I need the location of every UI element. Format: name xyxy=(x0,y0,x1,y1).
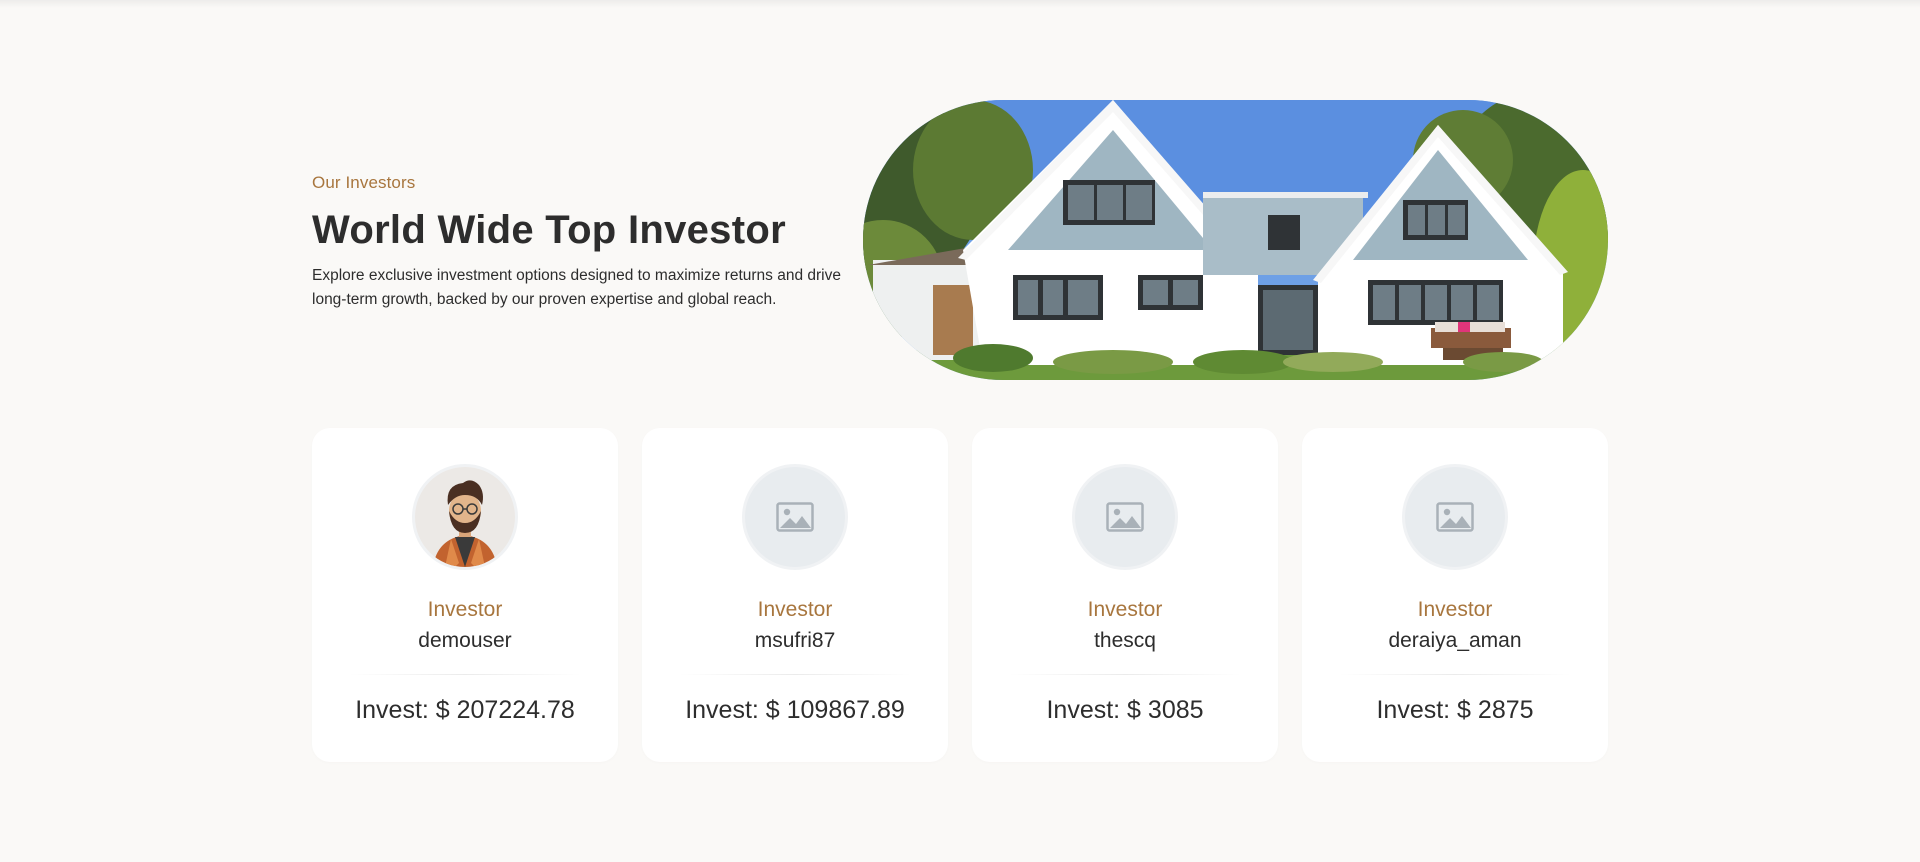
investor-role: Investor xyxy=(1417,598,1493,621)
house-photo xyxy=(863,100,1608,380)
investor-card: Investor thescq Invest: $ 3085 xyxy=(972,428,1278,762)
section-title: World Wide Top Investor xyxy=(312,208,786,252)
divider xyxy=(1008,674,1242,675)
image-placeholder-icon xyxy=(1106,502,1144,532)
divider xyxy=(348,674,582,675)
investors-hero: Our Investors World Wide Top Investor Ex… xyxy=(312,100,1608,380)
investor-card: Investor deraiya_aman Invest: $ 2875 xyxy=(1302,428,1608,762)
header-shadow xyxy=(0,0,1920,8)
avatar xyxy=(742,464,848,570)
investor-amount: Invest: $ 2875 xyxy=(1376,696,1534,724)
image-placeholder-icon xyxy=(776,502,814,532)
investor-card: Investor msufri87 Invest: $ 109867.89 xyxy=(642,428,948,762)
investor-role: Investor xyxy=(427,598,503,621)
avatar xyxy=(412,464,518,570)
investor-username: thescq xyxy=(1094,629,1156,652)
investor-username: msufri87 xyxy=(754,629,836,652)
investor-username: demouser xyxy=(418,629,512,652)
investor-username: deraiya_aman xyxy=(1388,629,1522,652)
investor-amount: Invest: $ 109867.89 xyxy=(685,696,905,724)
divider xyxy=(678,674,912,675)
section-eyebrow: Our Investors xyxy=(312,173,416,192)
cartoon-man-avatar-icon xyxy=(415,467,515,567)
section-description: Explore exclusive investment options des… xyxy=(312,267,841,308)
investor-amount: Invest: $ 3085 xyxy=(1046,696,1204,724)
investor-amount: Invest: $ 207224.78 xyxy=(355,696,575,724)
hero-text: Our Investors World Wide Top Investor Ex… xyxy=(312,173,852,312)
divider xyxy=(1338,674,1572,675)
avatar xyxy=(1402,464,1508,570)
investor-card: Investor demouser Invest: $ 207224.78 xyxy=(312,428,618,762)
image-placeholder-icon xyxy=(1436,502,1474,532)
investor-role: Investor xyxy=(1087,598,1163,621)
investor-role: Investor xyxy=(757,598,833,621)
investor-cards: Investor demouser Invest: $ 207224.78 In… xyxy=(312,428,1608,762)
avatar xyxy=(1072,464,1178,570)
